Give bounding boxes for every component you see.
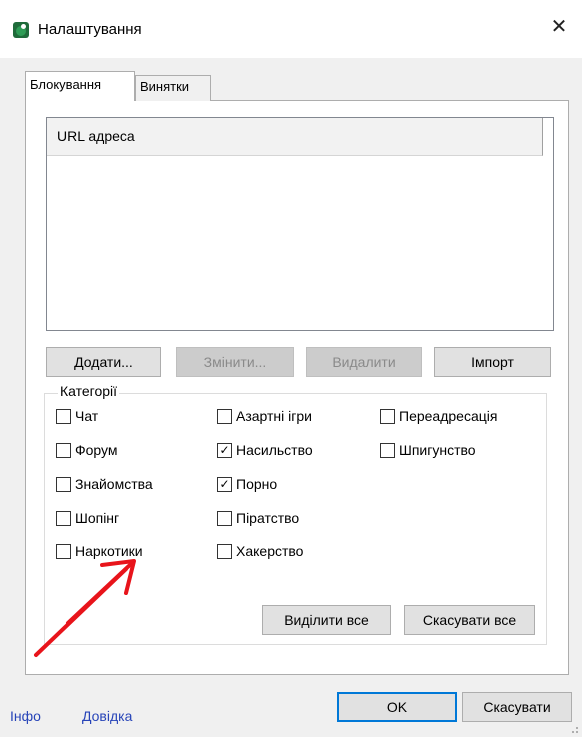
add-button[interactable]: Додати... bbox=[46, 347, 161, 377]
checkbox-forum[interactable]: Форум bbox=[56, 440, 118, 460]
checkbox-dating[interactable]: Знайомства bbox=[56, 474, 153, 494]
checkbox-box[interactable]: ✓ bbox=[217, 476, 232, 492]
checkbox-box[interactable] bbox=[380, 408, 395, 424]
checkbox-label: Порно bbox=[236, 476, 278, 492]
checkbox-label: Насильство bbox=[236, 442, 313, 458]
window-title: Налаштування bbox=[38, 21, 142, 38]
edit-button[interactable]: Змінити... bbox=[176, 347, 294, 377]
checkbox-label: Чат bbox=[75, 408, 99, 424]
deselect-all-button[interactable]: Скасувати все bbox=[404, 605, 535, 635]
url-list[interactable]: URL адреса bbox=[46, 117, 554, 331]
checkbox-label: Азартні ігри bbox=[236, 408, 312, 424]
tab-exceptions-label: Винятки bbox=[140, 79, 190, 94]
checkbox-label: Піратство bbox=[236, 510, 300, 526]
checkbox-box[interactable] bbox=[380, 442, 395, 458]
close-icon[interactable]: ✕ bbox=[548, 16, 570, 38]
url-column-header[interactable]: URL адреса bbox=[47, 118, 543, 156]
annotation-arrow-icon bbox=[34, 559, 136, 657]
checkbox-gambling[interactable]: Азартні ігри bbox=[217, 406, 312, 426]
checkbox-box[interactable] bbox=[56, 476, 71, 492]
checkbox-spyware[interactable]: Шпигунство bbox=[380, 440, 476, 460]
tab-blocking-label: Блокування bbox=[30, 77, 102, 92]
select-all-button[interactable]: Виділити все bbox=[262, 605, 391, 635]
help-link[interactable]: Довідка bbox=[82, 708, 132, 724]
checkbox-label: Шпигунство bbox=[399, 442, 476, 458]
checkbox-box[interactable] bbox=[217, 510, 232, 526]
app-icon bbox=[13, 22, 29, 38]
checkbox-hacking[interactable]: Хакерство bbox=[217, 541, 303, 561]
title-bar: Налаштування ✕ bbox=[0, 0, 582, 58]
checkbox-porn[interactable]: ✓ Порно bbox=[217, 474, 277, 494]
checkbox-box[interactable]: ✓ bbox=[217, 442, 232, 458]
checkbox-violence[interactable]: ✓ Насильство bbox=[217, 440, 313, 460]
checkbox-box[interactable] bbox=[56, 510, 71, 526]
checkbox-redirect[interactable]: Переадресація bbox=[380, 406, 497, 426]
checkbox-label: Переадресація bbox=[399, 408, 498, 424]
checkbox-chat[interactable]: Чат bbox=[56, 406, 98, 426]
resize-grip-icon[interactable] bbox=[569, 724, 579, 734]
checkbox-box[interactable] bbox=[56, 408, 71, 424]
checkbox-piracy[interactable]: Піратство bbox=[217, 508, 299, 528]
checkbox-box[interactable] bbox=[217, 543, 232, 559]
info-link[interactable]: Інфо bbox=[10, 708, 41, 724]
tab-exceptions[interactable]: Винятки bbox=[135, 75, 211, 101]
checkbox-box[interactable] bbox=[217, 408, 232, 424]
import-button[interactable]: Імпорт bbox=[434, 347, 551, 377]
checkbox-label: Форум bbox=[75, 442, 118, 458]
checkbox-label: Хакерство bbox=[236, 543, 304, 559]
ok-button[interactable]: OK bbox=[337, 692, 457, 722]
categories-title: Категорії bbox=[58, 383, 120, 399]
checkbox-shopping[interactable]: Шопінг bbox=[56, 508, 119, 528]
checkbox-box[interactable] bbox=[56, 442, 71, 458]
tab-blocking[interactable]: Блокування bbox=[25, 71, 135, 101]
checkbox-label: Знайомства bbox=[75, 476, 153, 492]
delete-button[interactable]: Видалити bbox=[306, 347, 422, 377]
cancel-button[interactable]: Скасувати bbox=[462, 692, 572, 722]
checkbox-label: Шопінг bbox=[75, 510, 120, 526]
